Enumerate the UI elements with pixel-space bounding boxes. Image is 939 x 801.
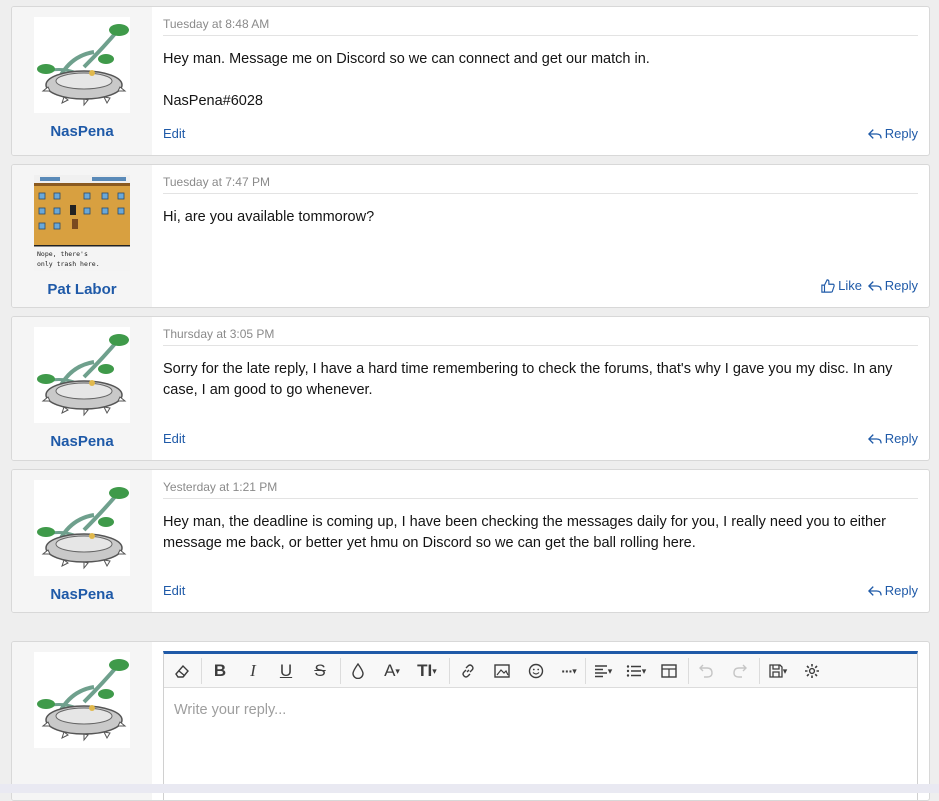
- reply-icon: [867, 585, 882, 596]
- strikethrough-icon[interactable]: S: [306, 659, 334, 683]
- pixel-game-screenshot-icon: Nope, there's only trash here.: [34, 175, 130, 271]
- hanging-plant-sprite-icon: [37, 334, 129, 417]
- message-paragraph: NasPena#6028: [163, 93, 263, 109]
- avatar[interactable]: [34, 480, 130, 576]
- username[interactable]: NasPena: [12, 433, 152, 450]
- reply-label: Reply: [884, 278, 918, 293]
- avatar: [34, 652, 130, 748]
- reply-button[interactable]: Reply: [867, 126, 918, 141]
- reply-button[interactable]: Reply: [867, 278, 918, 293]
- font-size-glyph: TI: [417, 661, 433, 680]
- reply-icon: [867, 433, 882, 444]
- list-icon[interactable]: ▾: [621, 659, 651, 683]
- username[interactable]: Pat Labor: [12, 281, 152, 298]
- eraser-icon[interactable]: [168, 659, 196, 683]
- reply-editor: B I U S A ▾ TI ▾ ··· ▾ ▾ ▾ ▾ Write your …: [163, 651, 918, 800]
- toolbar-separator: [340, 658, 341, 684]
- hanging-plant-sprite-icon: [37, 659, 129, 742]
- message-paragraph: Sorry for the late reply, I have a hard …: [163, 361, 893, 398]
- timestamp[interactable]: Yesterday at 1:21 PM: [163, 480, 918, 499]
- text-color-icon[interactable]: [345, 659, 371, 683]
- image-icon[interactable]: [488, 659, 516, 683]
- message-content: Tuesday at 7:47 PM Hi, are you available…: [163, 165, 918, 307]
- message-post: NasPena Thursday at 3:05 PM Sorry for th…: [11, 316, 930, 461]
- editor-toolbar: B I U S A ▾ TI ▾ ··· ▾ ▾ ▾ ▾: [164, 654, 917, 688]
- reply-button[interactable]: Reply: [867, 583, 918, 598]
- message-user-cell: Nope, there's only trash here. Pat Labor: [12, 165, 152, 307]
- underline-icon[interactable]: U: [272, 659, 300, 683]
- align-icon[interactable]: ▾: [588, 659, 618, 683]
- message-paragraph: Hi, are you available tommorow?: [163, 209, 375, 225]
- edit-label: Edit: [163, 583, 186, 598]
- page-footer-strip: [0, 784, 939, 793]
- hanging-plant-sprite-icon: [37, 24, 129, 107]
- toolbar-separator: [449, 658, 450, 684]
- avatar-caption: Nope, there's: [37, 250, 88, 258]
- reply-icon: [867, 280, 882, 291]
- font-family-icon[interactable]: A ▾: [376, 659, 408, 683]
- edit-label: Edit: [163, 126, 186, 141]
- hanging-plant-sprite-icon: [37, 487, 129, 570]
- reply-label: Reply: [884, 431, 918, 446]
- message-body: Hi, are you available tommorow?: [163, 207, 918, 228]
- toolbar-separator: [688, 658, 689, 684]
- message-body: Hey man. Message me on Discord so we can…: [163, 49, 918, 112]
- reply-button[interactable]: Reply: [867, 431, 918, 446]
- more-icon[interactable]: ··· ▾: [554, 659, 584, 683]
- message-content: Thursday at 3:05 PM Sorry for the late r…: [163, 317, 918, 460]
- reply-label: Reply: [884, 583, 918, 598]
- timestamp[interactable]: Thursday at 3:05 PM: [163, 327, 918, 346]
- timestamp[interactable]: Tuesday at 7:47 PM: [163, 175, 918, 194]
- message-content: Yesterday at 1:21 PM Hey man, the deadli…: [163, 470, 918, 612]
- undo-icon[interactable]: [692, 659, 720, 683]
- message-user-cell: NasPena: [12, 470, 152, 612]
- message-post: NasPena Tuesday at 8:48 AM Hey man. Mess…: [11, 6, 930, 156]
- bold-icon[interactable]: B: [206, 659, 234, 683]
- message-body: Sorry for the late reply, I have a hard …: [163, 359, 918, 401]
- link-icon[interactable]: [454, 659, 482, 683]
- message-paragraph: Hey man, the deadline is coming up, I ha…: [163, 514, 887, 551]
- message-body: Hey man, the deadline is coming up, I ha…: [163, 512, 918, 554]
- table-icon[interactable]: [655, 659, 683, 683]
- message-paragraph: Hey man. Message me on Discord so we can…: [163, 51, 650, 67]
- edit-button[interactable]: Edit: [163, 126, 185, 141]
- avatar[interactable]: [34, 17, 130, 113]
- redo-icon[interactable]: [726, 659, 754, 683]
- message-post: Nope, there's only trash here. Pat Labor…: [11, 164, 930, 308]
- like-label: Like: [838, 278, 862, 293]
- like-button[interactable]: Like: [821, 278, 862, 293]
- reply-icon: [867, 128, 882, 139]
- settings-icon[interactable]: [798, 659, 826, 683]
- reply-label: Reply: [884, 126, 918, 141]
- avatar[interactable]: [34, 327, 130, 423]
- username[interactable]: NasPena: [12, 123, 152, 140]
- username[interactable]: NasPena: [12, 586, 152, 603]
- font-family-glyph: A: [384, 661, 396, 680]
- italic-icon[interactable]: I: [239, 659, 267, 683]
- reply-input[interactable]: Write your reply...: [174, 702, 286, 718]
- smilie-icon[interactable]: [522, 659, 550, 683]
- message-user-cell: NasPena: [12, 7, 152, 155]
- toolbar-separator: [201, 658, 202, 684]
- message-user-cell: NasPena: [12, 317, 152, 460]
- message-content: Tuesday at 8:48 AM Hey man. Message me o…: [163, 7, 918, 155]
- drafts-icon[interactable]: ▾: [763, 659, 793, 683]
- edit-button[interactable]: Edit: [163, 583, 185, 598]
- quick-reply-block: B I U S A ▾ TI ▾ ··· ▾ ▾ ▾ ▾ Write your …: [11, 641, 930, 801]
- toolbar-separator: [759, 658, 760, 684]
- font-size-icon[interactable]: TI ▾: [410, 659, 444, 683]
- toolbar-separator: [585, 658, 586, 684]
- message-post: NasPena Yesterday at 1:21 PM Hey man, th…: [11, 469, 930, 613]
- avatar[interactable]: Nope, there's only trash here.: [34, 175, 130, 271]
- timestamp[interactable]: Tuesday at 8:48 AM: [163, 17, 918, 36]
- message-user-cell: [12, 642, 152, 800]
- thumbs-up-icon: [821, 278, 835, 293]
- edit-button[interactable]: Edit: [163, 431, 185, 446]
- edit-label: Edit: [163, 431, 186, 446]
- avatar-caption: only trash here.: [37, 260, 100, 268]
